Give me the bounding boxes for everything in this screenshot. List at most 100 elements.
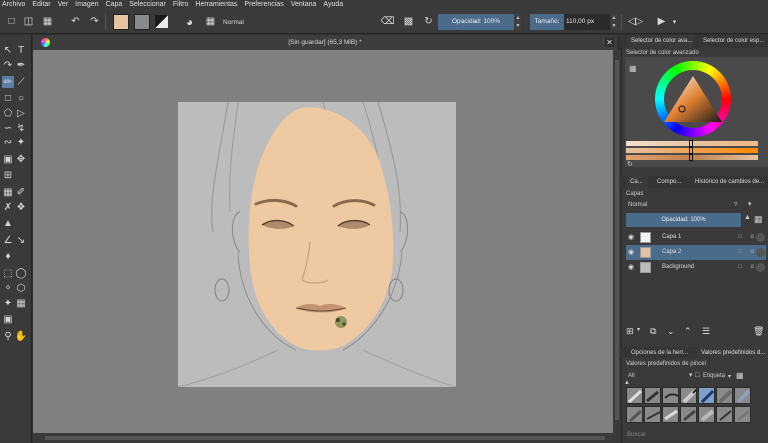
new-document-icon[interactable]: □ [5, 15, 18, 28]
opacity-spin[interactable]: ▲ ▼ [515, 14, 521, 30]
blend-mode-select[interactable]: Normal [219, 16, 357, 29]
opacity-slider[interactable]: Opacidad: 100% [438, 14, 514, 30]
lock-icon[interactable]: □ [738, 230, 742, 245]
polygon-select-tool-icon[interactable]: ⬡ [15, 282, 27, 294]
redo-icon[interactable]: ↷ [88, 15, 101, 28]
guide-tool-icon[interactable]: ↘ [15, 234, 27, 246]
tab-specific-color-selector[interactable]: Selector de color esp... [699, 35, 767, 48]
layer-opacity-spin-icon[interactable]: ▲ [744, 214, 751, 221]
brush-filter-select[interactable]: All [628, 373, 635, 379]
magic-wand-tool-icon[interactable]: ✦ [2, 297, 14, 309]
brush-preset[interactable] [734, 387, 751, 404]
delete-layer-icon[interactable]: 🗑 [753, 326, 764, 337]
size-spin[interactable]: ▲ ▼ [611, 14, 617, 30]
rectangle-tool-icon[interactable]: □ [2, 92, 14, 104]
menu-capa[interactable]: Capa [106, 0, 123, 10]
crop-transform-tool-icon[interactable]: ▣ [2, 153, 14, 165]
add-layer-dropdown-icon[interactable]: ▾ [637, 326, 640, 333]
brush-view-icon[interactable]: ▦ [736, 371, 744, 380]
alpha-icon[interactable]: α [751, 230, 754, 245]
ellipse-select-tool-icon[interactable]: ◯ [15, 267, 27, 279]
refresh-icon[interactable]: ↻ [627, 160, 633, 168]
brush-preset[interactable] [698, 406, 715, 423]
layer-filter-dropdown-icon[interactable]: ▾ [748, 200, 752, 208]
zoom-tool-icon[interactable]: ⚲ [2, 330, 14, 342]
layer-view-icon[interactable]: ▦ [754, 214, 763, 225]
layer-row[interactable]: ◉ Capa 2 □ α [626, 245, 766, 260]
measure-tool-icon[interactable]: ∠ [2, 234, 14, 246]
text-tool-icon[interactable]: T [15, 44, 27, 56]
brush-preset[interactable] [680, 387, 697, 404]
color-picker-tool-icon[interactable]: ✐ [15, 186, 27, 198]
brush-grid-scroll-icon[interactable]: ▲ [624, 380, 630, 386]
brush-search-input[interactable]: Buscar [626, 430, 766, 441]
freehand-brush-tool-icon[interactable]: ✏ [2, 76, 14, 88]
tab-brush-presets[interactable]: Valores predefinidos d... [697, 347, 768, 360]
fill-tool-icon[interactable]: ▲ [2, 217, 14, 229]
menu-editar[interactable]: Editar [32, 0, 50, 10]
mirror-vertical-icon[interactable]: ▶ [655, 15, 668, 28]
brush-preset[interactable] [734, 406, 751, 423]
brush-preset[interactable] [644, 387, 661, 404]
brush-preset[interactable] [698, 387, 715, 404]
edit-shapes-tool-icon[interactable]: ↷ [2, 59, 14, 71]
menu-ver[interactable]: Ver [58, 0, 69, 10]
document-tab[interactable]: [Sin guardar] (65,3 MiB) * ✕ [33, 35, 617, 50]
background-color-swatch[interactable] [134, 14, 150, 30]
menu-ventana[interactable]: Ventana [291, 0, 317, 10]
calligraphy-tool-icon[interactable]: ✒ [15, 59, 27, 71]
smart-patch-tool-icon[interactable]: ✗ [2, 201, 14, 213]
reload-preset-icon[interactable]: ↻ [422, 15, 435, 28]
alpha-icon[interactable]: α [751, 245, 754, 260]
slider-handle-2[interactable] [689, 147, 693, 154]
size-input[interactable]: 110,00 px [564, 14, 610, 30]
brush-preset[interactable] [626, 387, 643, 404]
assistant-tool-icon[interactable]: ❖ [15, 201, 27, 213]
add-layer-icon[interactable]: ⊞ [626, 326, 634, 337]
brush-preset[interactable] [662, 387, 679, 404]
inherit-alpha-icon[interactable] [756, 248, 765, 257]
tab-undo-history[interactable]: Histórico de cambios de... [691, 176, 768, 189]
brush-tag-label[interactable]: Etiqueta [703, 373, 725, 379]
tab-layers[interactable]: Ca... [626, 176, 648, 189]
brush-preset[interactable] [662, 406, 679, 423]
horizontal-scroll-thumb[interactable] [45, 436, 605, 440]
visibility-eye-icon[interactable]: ◉ [628, 245, 634, 260]
freehand-path-tool-icon[interactable]: ↯ [15, 122, 27, 134]
eraser-mode-icon[interactable]: ⌫ [380, 15, 394, 28]
undo-icon[interactable]: ↶ [69, 15, 82, 28]
brush-preset[interactable] [626, 406, 643, 423]
menu-preferencias[interactable]: Preferencias [244, 0, 283, 10]
brush-preset-icon[interactable]: ◕ [183, 15, 196, 29]
polygon-tool-icon[interactable]: ⬠ [2, 107, 14, 119]
move-layer-down-icon[interactable]: ⌄ [667, 326, 675, 337]
mirror-horizontal-icon[interactable]: ◁▷ [628, 15, 643, 28]
gradient-tool-icon[interactable]: ▦ [2, 186, 14, 198]
tab-tool-options[interactable]: Opciones de la herr... [627, 347, 691, 360]
tab-advanced-color-selector[interactable]: Selector de color ava... [627, 35, 693, 48]
brush-preset[interactable] [716, 406, 733, 423]
dynamic-brush-tool-icon[interactable]: ∾ [2, 136, 14, 148]
brush-preset[interactable] [716, 387, 733, 404]
color-triangle[interactable] [660, 74, 726, 124]
brush-preset[interactable] [680, 406, 697, 423]
save-icon[interactable]: ▦ [41, 15, 54, 28]
inherit-alpha-icon[interactable] [756, 233, 765, 242]
tab-composition[interactable]: Compo... [653, 176, 685, 189]
lock-icon[interactable]: □ [738, 245, 742, 260]
layer-blend-mode[interactable]: Normal [628, 202, 740, 212]
color-settings-icon[interactable]: ▦ [629, 64, 637, 73]
alpha-icon[interactable]: α [751, 260, 754, 275]
layer-opacity-slider[interactable]: Opacidad: 100% [626, 213, 741, 227]
menu-seleccionar[interactable]: Seleccionar [129, 0, 166, 10]
rect-select-tool-icon[interactable]: ⬚ [2, 267, 14, 279]
slider-handle-3[interactable] [689, 154, 693, 161]
crop-tool-icon[interactable]: ⊞ [2, 169, 14, 181]
bezier-tool-icon[interactable]: ∽ [2, 122, 14, 134]
alpha-lock-icon[interactable]: ▩ [402, 15, 415, 28]
visibility-eye-icon[interactable]: ◉ [628, 260, 634, 275]
visibility-eye-icon[interactable]: ◉ [628, 230, 634, 245]
artwork-canvas[interactable] [178, 102, 456, 387]
chevron-down-icon[interactable]: ▾ [668, 15, 681, 28]
freehand-select-tool-icon[interactable]: ⚬ [2, 282, 14, 294]
